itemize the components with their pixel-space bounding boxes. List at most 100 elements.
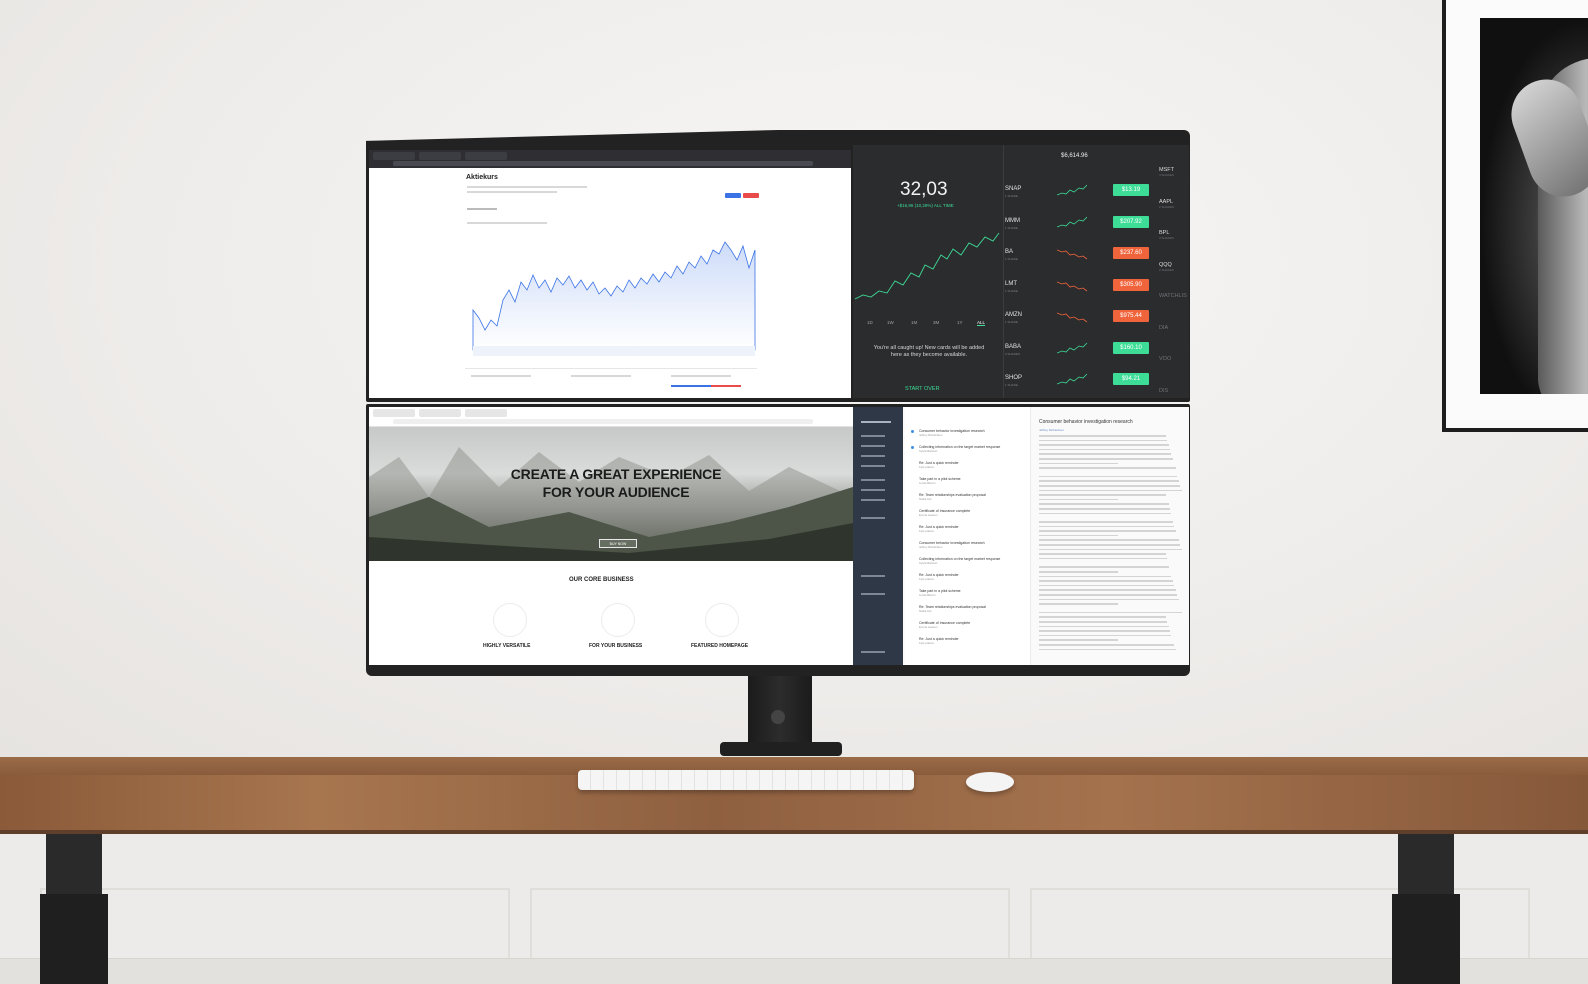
reader-text-line bbox=[1039, 566, 1169, 569]
order-bar-sell bbox=[711, 385, 741, 387]
range-tab[interactable]: 1Y bbox=[957, 320, 963, 325]
watchlist-item[interactable]: QQQ 2 SHARES bbox=[1159, 262, 1189, 272]
watchlist-item[interactable]: AAPL 2 SHARES bbox=[1159, 199, 1189, 209]
desk-edge bbox=[0, 830, 1588, 834]
sidebar-item-account[interactable] bbox=[861, 593, 885, 595]
range-tab[interactable]: 1D bbox=[867, 320, 873, 325]
mail-sender: Kyle Adams bbox=[919, 577, 934, 581]
stock-row[interactable]: SHOP 1 SHARE $94.21 bbox=[1005, 370, 1155, 398]
stock-price-badge[interactable]: $237.60 bbox=[1113, 247, 1149, 259]
watchlist-shares: 2 SHARES bbox=[1159, 204, 1174, 209]
reader-text-line bbox=[1039, 444, 1169, 446]
watchlist-item[interactable]: DIS bbox=[1159, 388, 1189, 394]
reader-text-line bbox=[1039, 553, 1166, 555]
sidebar-item-account[interactable] bbox=[861, 517, 885, 519]
sidebar-item-folder[interactable] bbox=[861, 455, 885, 457]
mail-item[interactable]: Take part in a pilot scheme Lucas Barron bbox=[919, 589, 1023, 597]
watchlist-item[interactable]: BPL 3 SHARES bbox=[1159, 230, 1189, 240]
feature-icon bbox=[601, 603, 635, 637]
range-tab[interactable]: 3M bbox=[933, 320, 939, 325]
desk-leg-foot bbox=[40, 894, 108, 984]
mail-sidebar bbox=[853, 407, 903, 665]
watchlist-item[interactable]: MSFT 4 SHARES bbox=[1159, 167, 1189, 177]
feature-label: HIGHLY VERSATILE bbox=[483, 643, 531, 649]
stock-symbol: LMT bbox=[1005, 280, 1017, 287]
browser-tab[interactable] bbox=[419, 409, 461, 417]
feature-label: FOR YOUR BUSINESS bbox=[589, 643, 643, 649]
mail-sender: Kyle Adams bbox=[919, 465, 934, 469]
compose-button[interactable] bbox=[861, 421, 891, 423]
mail-item[interactable]: Re: Team relationships evaluation propos… bbox=[919, 493, 1023, 501]
mail-item[interactable]: Take part in a pilot scheme Lucas Barron bbox=[919, 477, 1023, 485]
browser-tab[interactable] bbox=[373, 409, 415, 417]
mail-sender: Kyle Adams bbox=[919, 529, 934, 533]
watchlist-item[interactable]: DIA bbox=[1159, 325, 1189, 331]
mail-item[interactable]: Re: Just a quick reminder Kyle Adams bbox=[919, 525, 1023, 533]
stock-sparkline bbox=[1057, 281, 1088, 291]
mail-item[interactable]: Consumer behavior investigation research… bbox=[919, 541, 1023, 549]
address-bar[interactable] bbox=[393, 419, 813, 424]
sidebar-item-inbox[interactable] bbox=[861, 435, 885, 437]
watchlist-item[interactable]: VOO bbox=[1159, 356, 1189, 362]
feature-icon bbox=[493, 603, 527, 637]
mail-item[interactable]: Certificate of Insurance complete Emma La… bbox=[919, 509, 1023, 517]
mail-item[interactable]: Re: Just a quick reminder Kyle Adams bbox=[919, 637, 1023, 645]
stock-price-badge[interactable]: $13.19 bbox=[1113, 184, 1149, 196]
stock-price-badge[interactable]: $207.92 bbox=[1113, 215, 1149, 228]
mail-sender: Lucas Barron bbox=[919, 593, 936, 597]
sidebar-item-folder[interactable] bbox=[861, 465, 885, 467]
mail-item[interactable]: Collecting information on the target mar… bbox=[919, 557, 1023, 565]
reader-text-line bbox=[1039, 620, 1168, 623]
stock-price-badge[interactable]: $305.90 bbox=[1113, 278, 1149, 291]
order-bar-buy bbox=[671, 385, 711, 387]
reader-text-line bbox=[1039, 616, 1166, 618]
watchlist-shares: 3 SHARES bbox=[1159, 236, 1174, 240]
mail-item[interactable]: Certificate of Insurance complete Emma La… bbox=[919, 621, 1023, 629]
mail-item[interactable]: Re: Just a quick reminder Kyle Adams bbox=[919, 573, 1023, 581]
mail-sender: Kyle Adams bbox=[919, 641, 934, 645]
reader-text-line bbox=[1039, 498, 1119, 501]
stock-row[interactable]: LMT 1 SHARE $305.90 bbox=[1005, 276, 1155, 304]
reader-text-line bbox=[1039, 530, 1176, 532]
sidebar-item-folder[interactable] bbox=[861, 489, 885, 491]
stock-row[interactable]: BA 1 SHARE $237.60 bbox=[1005, 244, 1155, 272]
desk-leg-foot bbox=[1392, 894, 1460, 984]
stock-sparkline bbox=[1057, 184, 1088, 196]
sidebar-item-folder[interactable] bbox=[861, 445, 885, 447]
start-over-link[interactable]: START OVER bbox=[905, 386, 940, 392]
mail-item[interactable]: Re: Team relationships evaluation propos… bbox=[919, 605, 1023, 613]
reader-text-line bbox=[1039, 467, 1176, 469]
stock-symbol: BABA bbox=[1005, 343, 1022, 350]
stock-price-badge[interactable]: $160.10 bbox=[1113, 341, 1149, 354]
reader-author[interactable]: Jeffrey Richardson bbox=[1039, 428, 1183, 432]
keyboard bbox=[578, 770, 914, 790]
reader-text-line bbox=[1039, 503, 1169, 505]
stock-row[interactable]: BABA 3 SHARES $160.10 bbox=[1005, 339, 1155, 367]
mail-sender: Nadia Kim bbox=[919, 609, 932, 613]
range-tab-active[interactable]: ALL bbox=[977, 320, 986, 326]
stock-sparkline bbox=[1057, 249, 1088, 260]
watchlist-item[interactable]: WATCHLIS bbox=[1159, 293, 1189, 299]
range-tab[interactable]: 1W bbox=[887, 320, 894, 325]
buy-now-button[interactable]: BUY NOW bbox=[599, 539, 637, 548]
stock-shares: 1 SHARE bbox=[1005, 288, 1018, 293]
range-tab[interactable]: 1M bbox=[911, 320, 917, 325]
stock-row[interactable]: AMZN 1 SHARE $975.44 bbox=[1005, 307, 1155, 335]
stock-price-badge[interactable]: $94.21 bbox=[1113, 373, 1149, 385]
mail-item[interactable]: Collecting information on the target mar… bbox=[911, 445, 1023, 453]
hero-title-line: FOR YOUR AUDIENCE bbox=[542, 484, 690, 500]
stock-row[interactable]: MMM 1 SHARE $207.92 bbox=[1005, 213, 1155, 241]
mail-item[interactable]: Re: Just a quick reminder Kyle Adams bbox=[919, 461, 1023, 469]
sidebar-item-folder[interactable] bbox=[861, 479, 885, 481]
range-navigator[interactable] bbox=[473, 346, 755, 356]
sidebar-item-account[interactable] bbox=[861, 651, 885, 653]
browser-tab[interactable] bbox=[465, 409, 507, 417]
caught-up-message: You're all caught up! New cards will be … bbox=[873, 345, 985, 358]
sidebar-item-folder[interactable] bbox=[861, 499, 885, 501]
mail-item[interactable]: Consumer behavior investigation research… bbox=[911, 429, 1023, 437]
stock-row[interactable]: SNAP 1 SHARE $13.19 bbox=[1005, 181, 1155, 209]
sidebar-item-account[interactable] bbox=[861, 575, 885, 577]
stock-price-badge[interactable]: $975.44 bbox=[1113, 310, 1149, 322]
watchlist-shares: 2 SHARES bbox=[1159, 267, 1174, 272]
stock-shares: 1 SHARE bbox=[1005, 320, 1018, 324]
